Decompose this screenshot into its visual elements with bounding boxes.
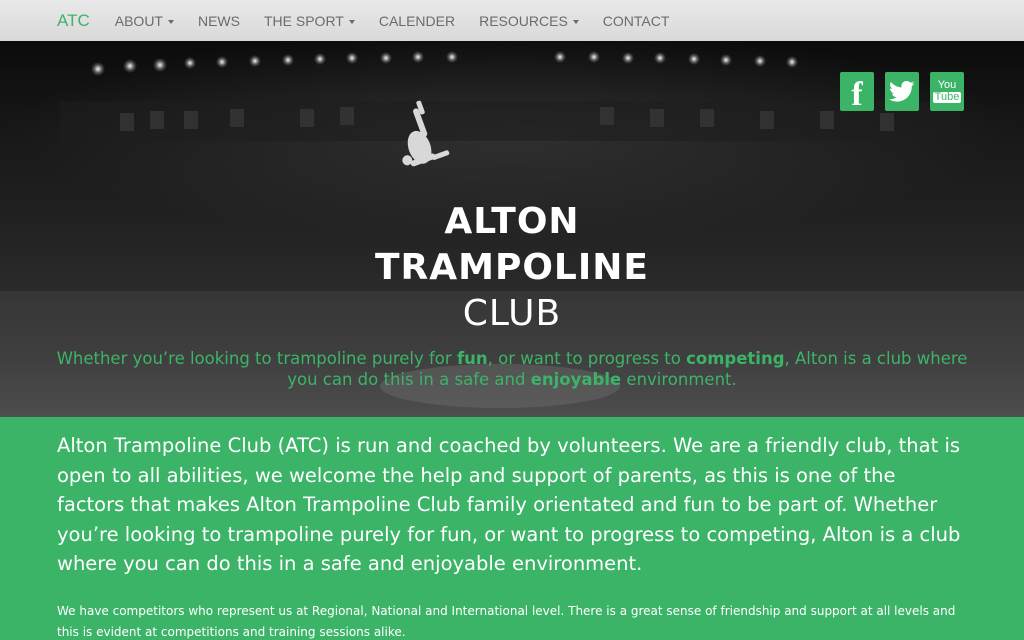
tagline-bold-enjoyable: enjoyable <box>530 370 622 389</box>
twitter-icon <box>889 80 915 102</box>
nav-the-sport-label: THE SPORT <box>263 12 344 29</box>
nav-about-label: ABOUT <box>114 12 163 29</box>
tagline-text-4: environment. <box>621 370 737 389</box>
youtube-icon-top: You <box>937 79 957 91</box>
intro-sub-paragraph: We have competitors who represent us at … <box>57 603 956 639</box>
nav-the-sport[interactable]: THE SPORT <box>264 13 355 29</box>
social-links: f You Tube <box>840 72 964 111</box>
brand-logo[interactable]: ATC <box>57 11 90 31</box>
top-navbar: ATC ABOUT NEWS THE SPORT CALENDER RESOUR… <box>0 0 1024 41</box>
hero-title: ALTON TRAMPOLINE CLUB <box>0 199 1024 337</box>
nav-about[interactable]: ABOUT <box>115 13 174 29</box>
hero-title-line3: CLUB <box>462 293 562 334</box>
tagline-text-1: Whether you’re looking to trampoline pur… <box>56 349 457 368</box>
chevron-down-icon <box>572 19 579 24</box>
intro-lead-paragraph: Alton Trampoline Club (ATC) is run and c… <box>57 434 961 575</box>
nav-news[interactable]: NEWS <box>198 13 240 29</box>
tagline-bold-fun: fun <box>456 349 488 368</box>
nav-resources[interactable]: RESOURCES <box>479 13 579 29</box>
nav-resources-label: RESOURCES <box>479 12 568 29</box>
intro-section: Alton Trampoline Club (ATC) is run and c… <box>0 417 1024 640</box>
nav-contact-label: CONTACT <box>602 12 670 29</box>
hero-title-line1: ALTON <box>444 201 580 242</box>
hero-banner: f You Tube ALTON TRAMPOLINE CLUB Whether… <box>0 41 1024 417</box>
nav-calender-label: CALENDER <box>378 12 456 29</box>
tagline-bold-competing: competing <box>686 349 785 368</box>
tagline-text-2: , or want to progress to <box>487 349 687 368</box>
chevron-down-icon <box>348 19 355 24</box>
facebook-icon: f <box>851 75 863 113</box>
youtube-button[interactable]: You Tube <box>930 72 964 111</box>
nav-news-label: NEWS <box>197 12 240 29</box>
nav-contact[interactable]: CONTACT <box>603 13 670 29</box>
chevron-down-icon <box>167 19 174 24</box>
youtube-icon-bottom: Tube <box>932 91 962 103</box>
hero-tagline: Whether you’re looking to trampoline pur… <box>50 348 974 390</box>
hero-title-line2: TRAMPOLINE <box>374 247 649 288</box>
nav-calender[interactable]: CALENDER <box>379 13 455 29</box>
facebook-button[interactable]: f <box>840 72 874 111</box>
twitter-button[interactable] <box>885 72 919 111</box>
